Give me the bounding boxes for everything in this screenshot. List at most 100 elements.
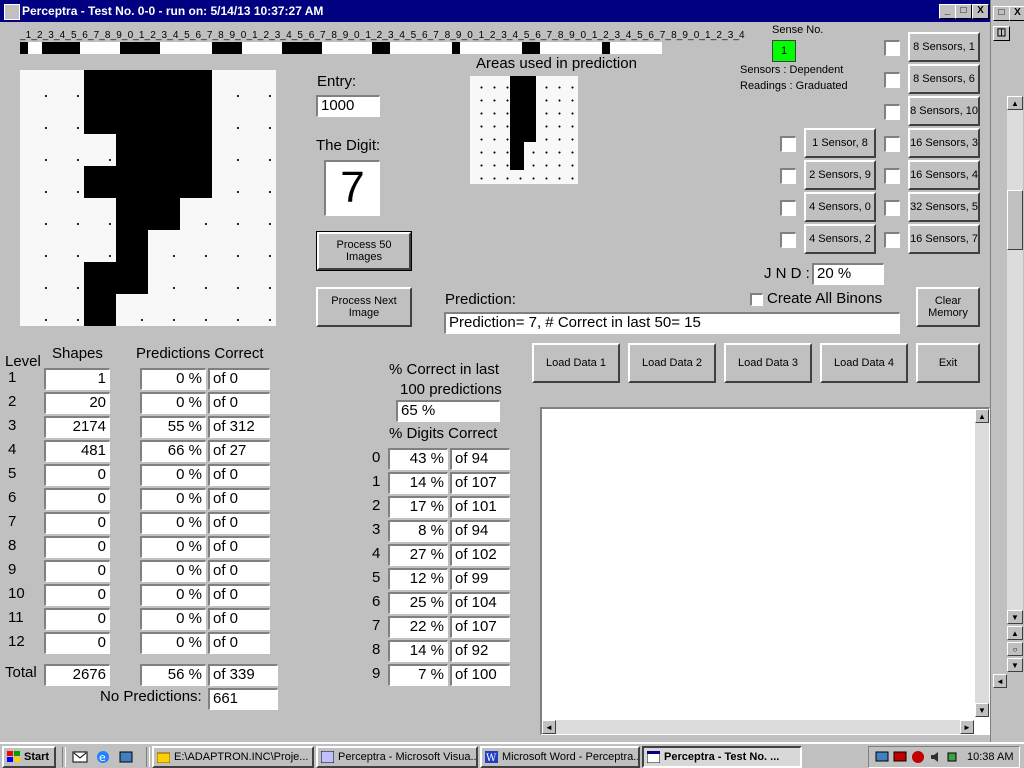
predictions-pct-field: 0 % [140,512,206,534]
sensor-button-32-5[interactable]: 32 Sensors, 5 [908,192,980,222]
sensor-button-4-0[interactable]: 4 Sensors, 0 [804,192,876,222]
scroll-up-icon[interactable]: ▲ [975,409,989,423]
outer-scroll-track[interactable] [1007,110,1023,610]
predictions-of-field: of 0 [208,392,270,414]
outer-scroll-circle-icon[interactable]: ○ [1007,642,1023,656]
entry-label: Entry: [317,73,357,90]
sensor-checkbox-4-0[interactable] [780,200,796,216]
sensor-button-8-6[interactable]: 8 Sensors, 6 [908,64,980,94]
sensor-button-8-1[interactable]: 8 Sensors, 1 [908,32,980,62]
outer-scroll-top-icon[interactable]: ▲ [1007,626,1023,640]
sensor-checkbox-16-3[interactable] [884,136,900,152]
sensor-checkbox-2-9[interactable] [780,168,796,184]
level-number: 3 [8,417,17,434]
last100-label-line1: % Correct in last [389,361,500,378]
internet-explorer-icon[interactable]: e [95,749,111,765]
app-system-icon[interactable] [4,4,20,20]
sensor-button-2-9[interactable]: 2 Sensors, 9 [804,160,876,190]
digit-pixel [84,70,212,134]
load-data-3-button[interactable]: Load Data 3 [724,343,812,383]
outlook-express-icon[interactable] [72,749,88,765]
task-perceptra-button[interactable]: Perceptra - Test No. ... [642,746,802,768]
sensor-ruler: _1_2_3_4_5_6_7_8_9_0_1_2_3_4_5_6_7_8_9_0… [20,30,745,56]
sensor-checkbox-8-6[interactable] [884,72,900,88]
digit-number: 7 [372,617,381,634]
sensor-button-16-4[interactable]: 16 Sensors, 4 [908,160,980,190]
predictions-of-field: of 0 [208,488,270,510]
outer-scroll-up-icon[interactable]: ▲ [1007,96,1023,110]
sensor-checkbox-8-1[interactable] [884,40,900,56]
monitor-icon[interactable] [893,750,907,764]
ruler-segment [20,42,28,54]
acrobat-icon[interactable] [911,750,925,764]
entry-field[interactable]: 1000 [316,95,380,117]
shapes-field: 0 [44,512,110,534]
task-word-button[interactable]: W Microsoft Word - Perceptra... [480,746,640,768]
digit-number: 6 [372,593,381,610]
task-label: Perceptra - Microsoft Visua... [338,751,478,763]
predictions-of-field: of 0 [208,584,270,606]
sensor-button-16-3[interactable]: 16 Sensors, 3 [908,128,980,158]
power-icon[interactable] [945,750,959,764]
ruler-segment [372,42,390,54]
load-data-1-button[interactable]: Load Data 1 [532,343,620,383]
area-pixel [510,76,536,142]
sensor-button-1-8[interactable]: 1 Sensor, 8 [804,128,876,158]
create-all-binons-checkbox[interactable] [750,293,763,306]
sensor-button-8-10[interactable]: 8 Sensors, 10 [908,96,980,126]
prediction-field[interactable]: Prediction= 7, # Correct in last 50= 15 [444,312,900,334]
taskbar-divider [146,747,150,767]
sensor-checkbox-16-7[interactable] [884,232,900,248]
outer-maximize-button[interactable]: □ [993,6,1010,21]
output-vertical-scrollbar[interactable]: ▲ ▼ [975,409,989,717]
output-horizontal-scrollbar[interactable]: ◄ ► [542,720,974,734]
sensor-button-4-2[interactable]: 4 Sensors, 2 [804,224,876,254]
predictions-pct-field: 0 % [140,584,206,606]
load-data-2-button[interactable]: Load Data 2 [628,343,716,383]
scroll-right-icon[interactable]: ► [960,720,974,734]
digit-pct-field: 8 % [388,520,448,542]
load-data-4-button[interactable]: Load Data 4 [820,343,908,383]
output-textarea[interactable]: ▲ ▼ ◄ ► [540,407,990,735]
digit-of-field: of 107 [450,472,510,494]
sensor-checkbox-16-4[interactable] [884,168,900,184]
outer-scroll-down-icon[interactable]: ▼ [1007,610,1023,624]
level-number: 4 [8,441,17,458]
predictions-pct-field: 55 % [140,416,206,438]
scroll-down-icon[interactable]: ▼ [975,703,989,717]
sensor-checkbox-8-10[interactable] [884,104,900,120]
sensor-checkbox-1-8[interactable] [780,136,796,152]
windows-logo-icon [7,751,20,762]
process-50-images-button[interactable]: Process 50 Images [316,231,412,271]
scroll-left-icon[interactable]: ◄ [542,720,556,734]
digit-number: 2 [372,497,381,514]
outer-scroll-bottom-icon[interactable]: ▼ [1007,658,1023,672]
shapes-field: 0 [44,584,110,606]
minimize-button[interactable]: _ [939,4,956,19]
predictions-of-field: of 0 [208,608,270,630]
jnd-field[interactable]: 20 % [812,263,884,285]
sensor-checkbox-32-5[interactable] [884,200,900,216]
outer-restore-button[interactable]: ◫ [993,26,1010,41]
title-bar[interactable]: Perceptra - Test No. 0-0 - run on: 5/14/… [0,0,990,22]
close-button[interactable]: X [972,4,989,19]
start-button[interactable]: Start [2,746,56,768]
outer-close-button[interactable]: X [1009,6,1024,21]
task-explorer-button[interactable]: E:\ADAPTRON.INC\Proje... [152,746,314,768]
outer-scroll-left-icon[interactable]: ◄ [993,674,1007,688]
level-header: Level [5,353,41,370]
process-next-image-button[interactable]: Process Next Image [316,287,412,327]
total-pct-field: 56 % [140,664,206,686]
network-icon[interactable] [875,750,889,764]
sensor-checkbox-4-2[interactable] [780,232,796,248]
speaker-icon[interactable] [929,750,943,764]
exit-button[interactable]: Exit [916,343,980,383]
outer-scroll-thumb[interactable] [1007,190,1023,250]
clear-memory-button[interactable]: Clear Memory [916,287,980,327]
no-predictions-field: 661 [208,688,278,710]
maximize-button[interactable]: □ [955,4,972,19]
sensor-button-16-7[interactable]: 16 Sensors, 7 [908,224,980,254]
task-visual-basic-button[interactable]: Perceptra - Microsoft Visua... [316,746,478,768]
digit-pct-field: 43 % [388,448,448,470]
show-desktop-icon[interactable] [118,749,134,765]
